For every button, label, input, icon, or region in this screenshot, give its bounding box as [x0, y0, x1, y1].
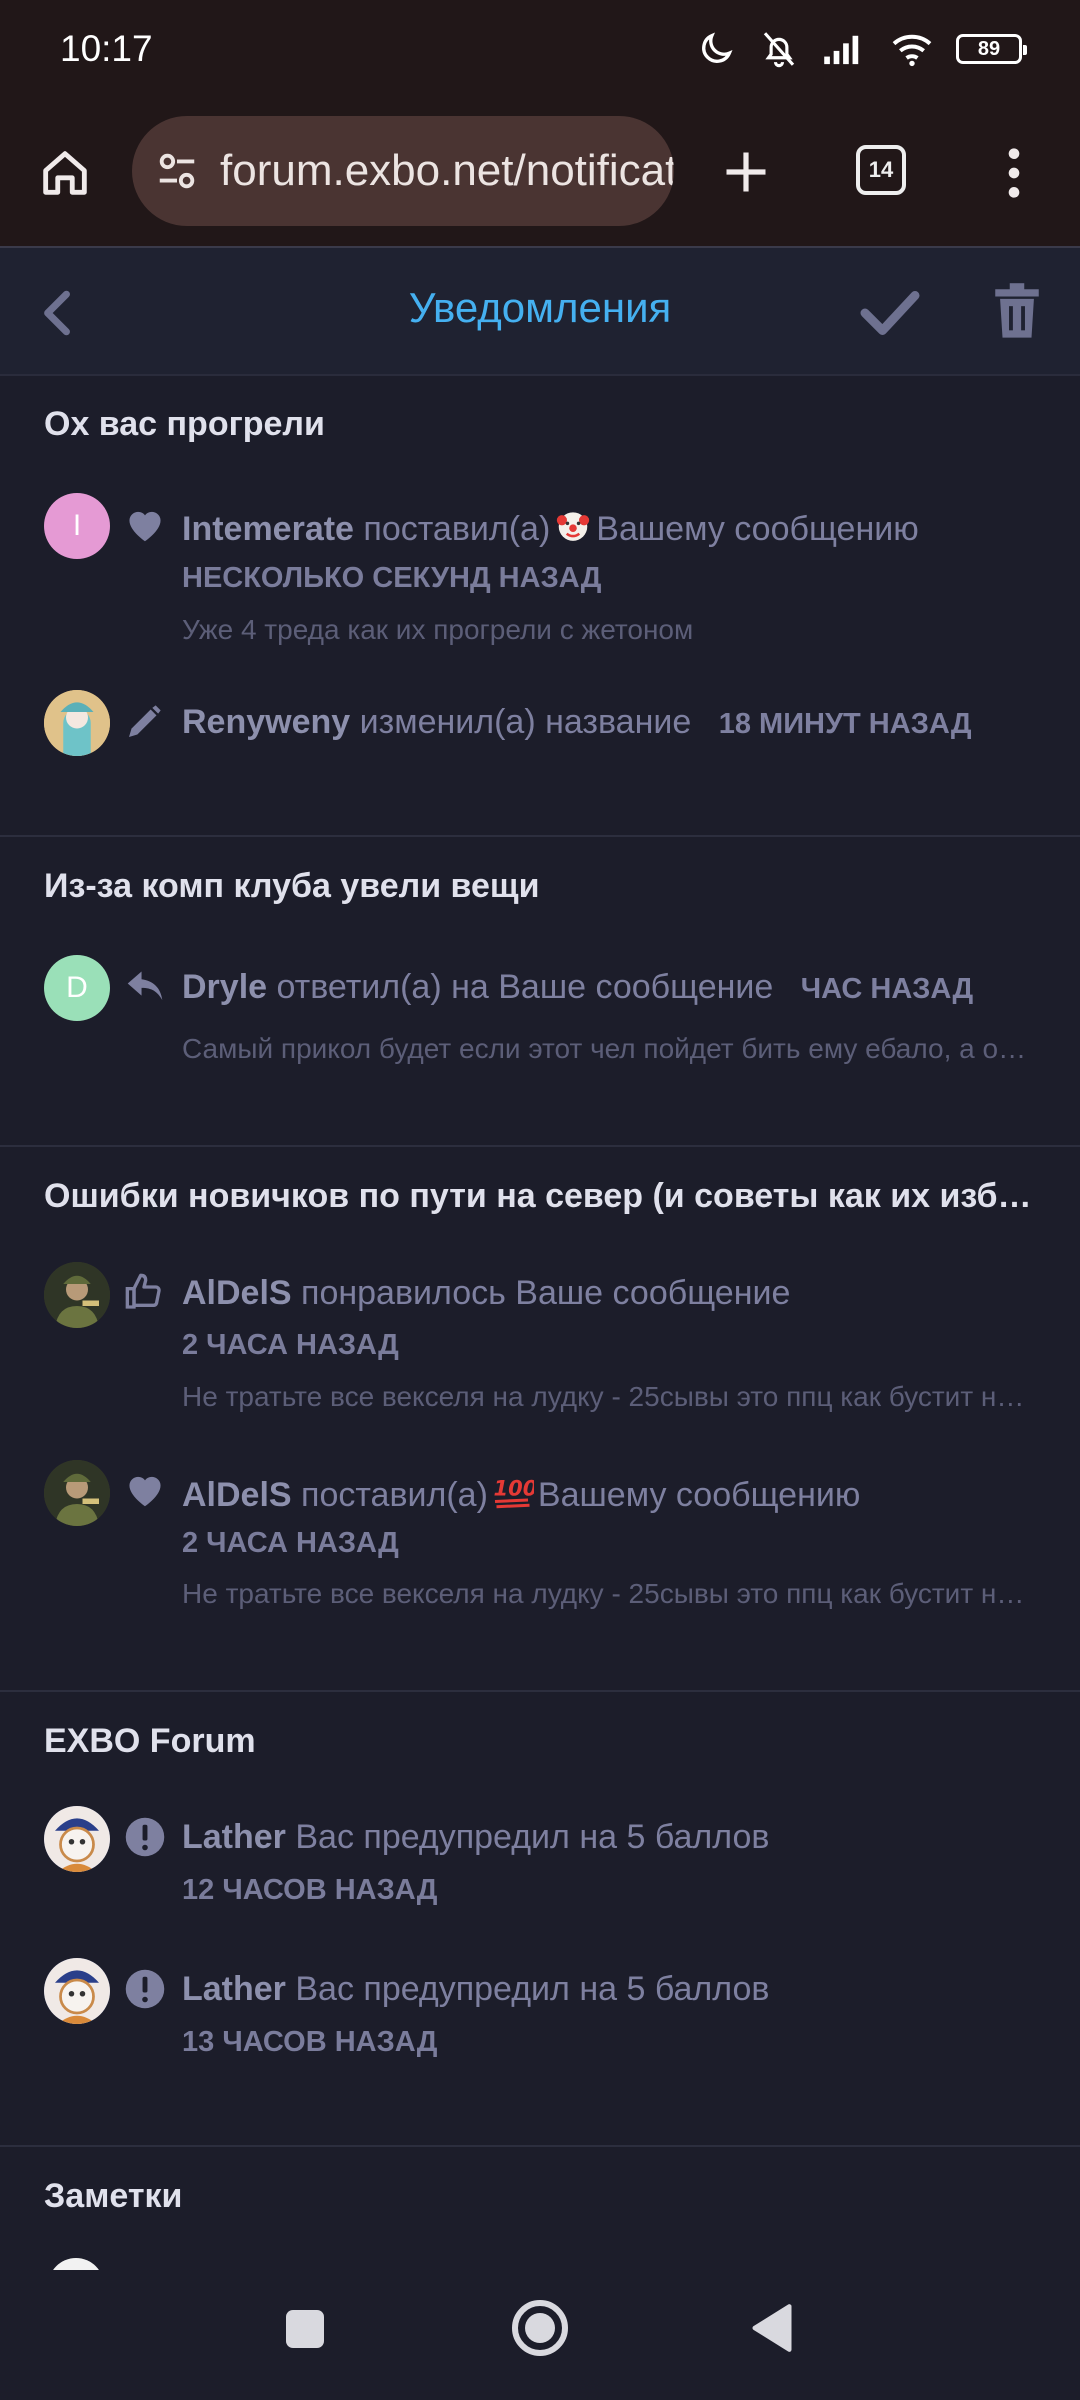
- browser-toolbar: forum.exbo.net/notifications 14: [0, 100, 1080, 248]
- excerpt: Самый прикол будет если этот чел пойдет …: [182, 1033, 1032, 1064]
- exclamation-icon: [125, 1817, 165, 1857]
- notification-text[interactable]: Lather Вас предупредил на 5 баллов: [182, 1970, 769, 2009]
- url-text: forum.exbo.net/notifications: [220, 146, 674, 195]
- url-bar[interactable]: forum.exbo.net/notifications: [132, 116, 674, 226]
- status-time: 10:17: [60, 28, 153, 69]
- action-text: Вашему сообщению: [596, 510, 919, 548]
- back-triangle-icon[interactable]: [750, 2302, 794, 2354]
- recents-button[interactable]: [286, 2310, 324, 2348]
- timestamp: 13 ЧАСОВ НАЗАД: [182, 2026, 438, 2058]
- group-title[interactable]: Из-за комп клуба увели вещи: [44, 867, 1034, 906]
- action-text: ответил(а) на Ваше сообщение: [276, 968, 774, 1006]
- clown-emoji-icon: [557, 512, 590, 541]
- divider: [0, 2145, 1080, 2147]
- timestamp: 12 ЧАСОВ НАЗАД: [182, 1874, 438, 1906]
- tab-switcher-button[interactable]: 14: [856, 145, 906, 195]
- home-icon[interactable]: [36, 144, 94, 202]
- svg-text:100: 100: [493, 1477, 534, 1501]
- notification-text[interactable]: Intemerate поставил(а) Вашему сообщению: [182, 506, 919, 549]
- mute-bell-icon: [763, 32, 795, 68]
- action-text: поставил(а): [363, 510, 551, 548]
- notification-text[interactable]: AlDelS понравилось Ваше сообщение: [182, 1274, 790, 1313]
- timestamp: 18 МИНУТ НАЗАД: [718, 708, 972, 740]
- timestamp: 2 ЧАСА НАЗАД: [182, 1329, 399, 1361]
- action-text: поставил(а): [301, 1476, 488, 1514]
- avatar-image: [44, 1262, 110, 1328]
- group-title[interactable]: EXBO Forum: [44, 1722, 1034, 1761]
- trash-icon[interactable]: [992, 282, 1042, 340]
- notification-text[interactable]: Dryle ответил(а) на Ваше сообщение ЧАС Н…: [182, 968, 973, 1007]
- thumbs-up-icon: [125, 1273, 161, 1309]
- user-name[interactable]: AlDelS: [182, 1476, 292, 1514]
- user-name[interactable]: AlDelS: [182, 1274, 292, 1312]
- heart-icon: [129, 511, 161, 542]
- excerpt: Не тратьте все векселя на лудку - 25сывы…: [182, 1578, 1032, 1609]
- new-tab-icon[interactable]: [720, 146, 772, 198]
- action-text: изменил(а) название: [359, 703, 692, 741]
- avatar[interactable]: [44, 1806, 110, 1872]
- action-text: Вас предупредил на 5 баллов: [295, 1970, 770, 2008]
- avatar-image: [44, 1460, 110, 1526]
- more-menu-icon[interactable]: [1000, 144, 1028, 202]
- avatar[interactable]: [44, 1460, 110, 1526]
- system-nav-bar: [0, 2270, 1080, 2400]
- avatar-image: [44, 1806, 110, 1872]
- user-name[interactable]: Intemerate: [182, 510, 354, 548]
- timestamp: 2 ЧАСА НАЗАД: [182, 1527, 399, 1559]
- avatar[interactable]: D: [44, 955, 110, 1021]
- action-text: Вашему сообщению: [537, 1476, 861, 1514]
- avatar-image: [44, 1958, 110, 2024]
- user-name[interactable]: Lather: [182, 1818, 286, 1856]
- avatar[interactable]: [44, 1262, 110, 1328]
- divider: [0, 1145, 1080, 1147]
- signal-icon: [824, 35, 859, 65]
- action-text: Вас предупредил на 5 баллов: [295, 1818, 770, 1856]
- notification-text[interactable]: Renyweny изменил(а) название 18 МИНУТ НА…: [182, 703, 972, 742]
- avatar[interactable]: [44, 1958, 110, 2024]
- heart-icon: [129, 1476, 161, 1507]
- notification-text[interactable]: AlDelS поставил(а) 100 Вашему сообщению: [182, 1472, 860, 1515]
- exclamation-icon: [125, 1969, 165, 2009]
- status-icons: 89: [696, 28, 1027, 70]
- hundred-emoji-icon: 100: [493, 1477, 534, 1509]
- battery-icon: 89: [956, 34, 1027, 64]
- excerpt: Не тратьте все векселя на лудку - 25сывы…: [182, 1381, 1032, 1412]
- status-bar: 10:17 89: [0, 0, 1080, 100]
- wifi-icon: [892, 34, 932, 67]
- pencil-icon: [129, 705, 161, 737]
- excerpt: Уже 4 треда как их прогрели с жетоном: [182, 614, 694, 645]
- mark-all-read-icon[interactable]: [860, 288, 920, 338]
- user-name[interactable]: Renyweny: [182, 703, 350, 741]
- notification-text[interactable]: Lather Вас предупредил на 5 баллов: [182, 1818, 769, 1857]
- timestamp: ЧАС НАЗАД: [800, 973, 974, 1005]
- action-text: понравилось Ваше сообщение: [301, 1274, 791, 1312]
- avatar-image: [44, 690, 110, 756]
- home-button-icon[interactable]: [510, 2298, 570, 2358]
- divider: [0, 1690, 1080, 1692]
- moon-icon: [702, 32, 733, 63]
- notifications-header: Уведомления: [0, 248, 1080, 376]
- group-title[interactable]: Ошибки новичков по пути на север (и сове…: [44, 1177, 1034, 1216]
- timestamp: НЕСКОЛЬКО СЕКУНД НАЗАД: [182, 562, 602, 594]
- avatar[interactable]: I: [44, 493, 110, 559]
- user-name[interactable]: Lather: [182, 1970, 286, 2008]
- group-title[interactable]: Ох вас прогрели: [44, 405, 1034, 444]
- divider: [0, 835, 1080, 837]
- site-settings-icon[interactable]: [154, 148, 200, 194]
- user-name[interactable]: Dryle: [182, 968, 267, 1006]
- group-title[interactable]: Заметки: [44, 2177, 1034, 2216]
- reply-icon: [127, 971, 163, 1000]
- avatar[interactable]: [44, 690, 110, 756]
